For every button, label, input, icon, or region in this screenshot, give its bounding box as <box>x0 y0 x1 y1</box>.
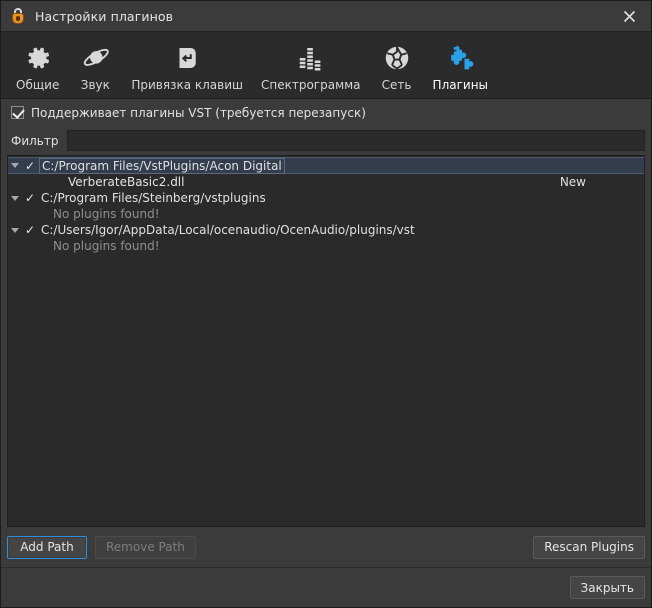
path-enabled-check[interactable]: ✓ <box>22 192 38 204</box>
gear-icon <box>23 41 53 75</box>
vst-support-checkbox[interactable] <box>11 106 24 119</box>
tab-keybindings-label: Привязка клавиш <box>131 78 243 92</box>
planet-icon <box>80 41 110 75</box>
tree-row-empty: No plugins found! <box>8 238 644 254</box>
tab-network[interactable]: Сеть <box>370 37 424 94</box>
tab-spectrogram-label: Спектрограмма <box>261 78 361 92</box>
plugin-name-label: VerberateBasic2.dll <box>68 175 185 189</box>
path-enabled-check[interactable]: ✓ <box>22 160 38 172</box>
path-button-bar: Add Path Remove Path Rescan Plugins <box>1 527 651 567</box>
empty-message-label: No plugins found! <box>53 207 160 221</box>
close-icon[interactable] <box>607 1 651 31</box>
title-bar: Настройки плагинов <box>1 1 651 31</box>
tab-general[interactable]: Общие <box>7 37 68 94</box>
tree-row-plugin[interactable]: VerberateBasic2.dll New <box>8 174 644 190</box>
globe-icon <box>382 41 412 75</box>
settings-toolbar: Общие Звук Привязка клавиш Спектрограмма… <box>1 31 651 99</box>
window-title: Настройки плагинов <box>35 8 174 24</box>
tab-general-label: Общие <box>16 78 60 92</box>
empty-message-label: No plugins found! <box>53 239 160 253</box>
add-path-button[interactable]: Add Path <box>7 535 87 559</box>
dialog-button-bar: Закрыть <box>1 567 651 607</box>
vst-support-label: Поддерживает плагины VST (требуется пере… <box>31 105 366 120</box>
padlock-icon <box>9 7 27 25</box>
keybinding-icon <box>172 41 202 75</box>
tree-path-label: C:/Program Files/VstPlugins/Acon Digital <box>39 157 285 174</box>
chevron-down-icon[interactable] <box>8 158 22 173</box>
tab-sound-label: Звук <box>80 78 110 92</box>
vst-option-row: Поддерживает плагины VST (требуется пере… <box>1 99 651 126</box>
tab-plugins-label: Плагины <box>432 78 489 92</box>
remove-path-button[interactable]: Remove Path <box>95 535 196 559</box>
spectrogram-icon <box>296 41 326 75</box>
plugin-settings-window: Настройки плагинов Общие Звук Привязка к… <box>0 0 652 608</box>
plugin-status-badge: New <box>559 175 586 189</box>
tree-path-label: C:/Program Files/Steinberg/vstplugins <box>41 191 266 205</box>
tab-sound[interactable]: Звук <box>68 37 122 94</box>
tree-row-empty: No plugins found! <box>8 206 644 222</box>
tab-keybindings[interactable]: Привязка клавиш <box>122 37 252 94</box>
tab-plugins[interactable]: Плагины <box>424 37 497 94</box>
puzzle-icon <box>445 41 475 75</box>
filter-row: Фильтр <box>1 126 651 155</box>
filter-input[interactable] <box>67 130 645 151</box>
tree-row-group[interactable]: ✓ C:/Program Files/VstPlugins/Acon Digit… <box>8 157 644 174</box>
tree-row-group[interactable]: ✓ C:/Users/Igor/AppData/Local/ocenaudio/… <box>8 222 644 238</box>
filter-label: Фильтр <box>11 133 59 148</box>
plugin-tree[interactable]: ✓ C:/Program Files/VstPlugins/Acon Digit… <box>7 155 645 527</box>
tab-spectrogram[interactable]: Спектрограмма <box>252 37 370 94</box>
tree-row-group[interactable]: ✓ C:/Program Files/Steinberg/vstplugins <box>8 190 644 206</box>
close-button[interactable]: Закрыть <box>569 576 645 599</box>
tab-network-label: Сеть <box>381 78 412 92</box>
path-enabled-check[interactable]: ✓ <box>22 224 38 236</box>
chevron-down-icon[interactable] <box>8 190 22 206</box>
tree-path-label: C:/Users/Igor/AppData/Local/ocenaudio/Oc… <box>41 223 415 237</box>
rescan-plugins-button[interactable]: Rescan Plugins <box>533 535 645 559</box>
chevron-down-icon[interactable] <box>8 222 22 238</box>
